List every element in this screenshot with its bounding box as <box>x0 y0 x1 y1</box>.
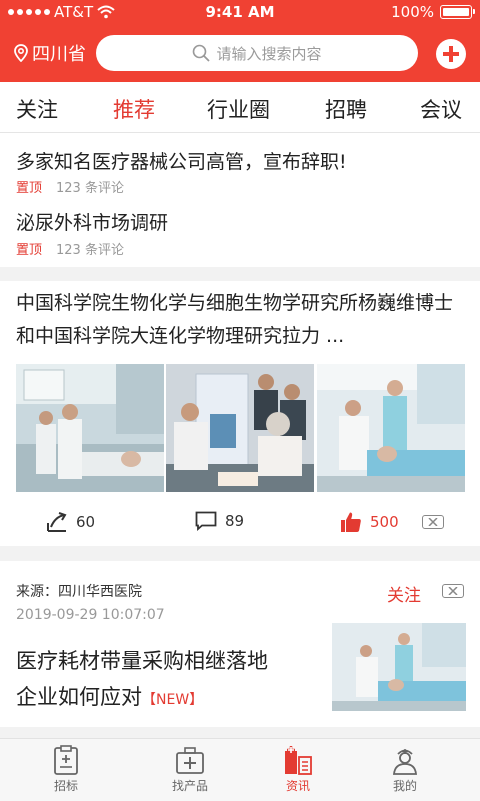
gallery-post-title[interactable]: 中国科学院生物化学与细胞生物学研究所杨巍维博士和中国科学院大连化学物理研究拉力 … <box>16 287 468 353</box>
pinned-news-title[interactable]: 多家知名医疗器械公司高管，宣布辞职! <box>16 147 347 174</box>
bottom-tab-bar: 招标 找产品 资讯 我的 <box>0 738 480 801</box>
nav-profile[interactable]: 我的 <box>357 745 453 794</box>
battery-percent: 100% <box>391 3 434 21</box>
gallery-post-card: 中国科学院生物化学与细胞生物学研究所杨巍维博士和中国科学院大连化学物理研究拉力 … <box>0 281 480 546</box>
article-title-line: 企业如何应对【NEW】 <box>16 685 204 709</box>
plus-icon <box>443 46 459 62</box>
category-tabs: 关注 推荐 行业圈 招聘 会议 <box>0 82 480 133</box>
dental-clinic-photo[interactable] <box>317 364 465 492</box>
article-source: 来源：四川华西医院 <box>16 584 142 600</box>
follow-button[interactable]: 关注 <box>387 581 421 606</box>
new-badge: 【NEW】 <box>142 692 204 708</box>
search-input[interactable]: 请输入搜索内容 <box>96 35 418 71</box>
pinned-news-meta: 置顶 123 条评论 <box>16 177 124 196</box>
comment-count: 123 条评论 <box>56 243 124 258</box>
add-button[interactable] <box>436 39 466 69</box>
hospital-building-icon <box>285 746 312 775</box>
like-count: 500 <box>370 513 399 531</box>
comment-count: 123 条评论 <box>56 181 124 196</box>
tab-follow[interactable]: 关注 <box>16 94 58 124</box>
article-title-line: 医疗耗材带量采购相继落地 <box>16 649 268 673</box>
search-icon <box>193 44 211 62</box>
share-icon <box>47 512 67 532</box>
location-pin-icon <box>14 44 28 62</box>
search-placeholder: 请输入搜索内容 <box>216 44 322 63</box>
close-icon <box>448 587 458 595</box>
thumbs-up-icon <box>341 512 361 532</box>
status-bar: AT&T 9:41 AM 100% <box>0 0 480 24</box>
article-card: 来源：四川华西医院 2019-09-29 10:07:07 关注 医疗耗材带量采… <box>0 561 480 727</box>
nav-find-products[interactable]: 找产品 <box>142 745 238 794</box>
share-count: 60 <box>76 513 96 531</box>
exhibition-booth-photo[interactable] <box>166 364 314 492</box>
pinned-news-meta: 置顶 123 条评论 <box>16 239 124 258</box>
location-selector[interactable]: 四川省 <box>14 40 86 66</box>
comment-count: 89 <box>225 512 245 530</box>
comment-icon <box>195 511 217 531</box>
close-icon <box>428 518 438 526</box>
tab-recruitment[interactable]: 招聘 <box>325 94 367 124</box>
battery-info: 100% <box>391 3 475 21</box>
nav-news[interactable]: 资讯 <box>250 745 346 794</box>
article-title[interactable]: 医疗耗材带量采购相继落地 企业如何应对【NEW】 <box>16 643 316 718</box>
tab-recommend[interactable]: 推荐 <box>113 94 155 124</box>
pinned-news-card: 多家知名医疗器械公司高管，宣布辞职! 置顶 123 条评论 泌尿外科市场调研 置… <box>0 133 480 267</box>
location-label: 四川省 <box>32 44 86 65</box>
medical-kit-icon <box>176 747 204 774</box>
battery-icon <box>440 5 475 19</box>
dismiss-button[interactable] <box>442 584 464 598</box>
comment-action[interactable]: 89 <box>195 511 244 531</box>
pinned-badge: 置顶 <box>16 243 43 258</box>
nav-bidding[interactable]: 招标 <box>18 745 114 794</box>
dismiss-button[interactable] <box>422 515 444 529</box>
tab-meetings[interactable]: 会议 <box>420 94 462 124</box>
share-action[interactable]: 60 <box>46 511 95 533</box>
nurse-profile-icon <box>393 749 417 775</box>
like-action[interactable]: 500 <box>340 511 399 533</box>
app-header: AT&T 9:41 AM 100% 四川省 请输入搜索内容 <box>0 0 480 82</box>
hospital-ward-photo[interactable] <box>16 364 164 492</box>
pinned-badge: 置顶 <box>16 181 43 196</box>
article-date: 2019-09-29 10:07:07 <box>16 607 165 623</box>
clipboard-icon <box>54 745 78 775</box>
pinned-news-title[interactable]: 泌尿外科市场调研 <box>16 208 168 235</box>
tab-industry-circle[interactable]: 行业圈 <box>207 94 270 124</box>
dental-clinic-photo[interactable] <box>332 623 466 711</box>
